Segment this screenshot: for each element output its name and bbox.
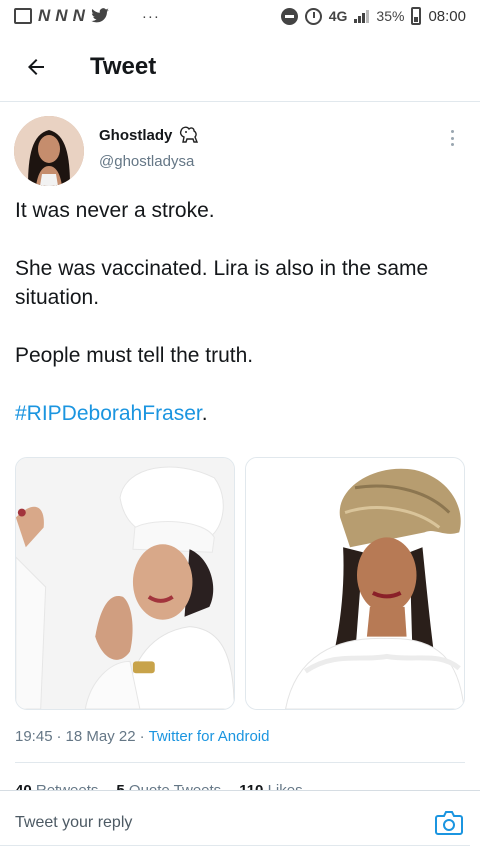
more-notifications-indicator: ··· — [141, 7, 160, 25]
display-name[interactable]: Ghostlady — [99, 127, 172, 144]
meta-separator: · — [56, 728, 62, 745]
tweet-time: 19:45 — [15, 728, 53, 745]
tweet-author: Ghostlady @ghostladysa — [14, 116, 466, 188]
system-icons: 4G 35% 08:00 — [280, 7, 466, 25]
divider — [15, 762, 465, 763]
twitter-notification-icon — [91, 8, 109, 23]
reply-input[interactable]: Tweet your reply — [15, 814, 433, 832]
arrow-left-icon — [28, 58, 44, 75]
tweet-meta: 19:45 · 18 May 22 · Twitter for Android — [15, 728, 269, 745]
tweet-paragraph: People must tell the truth. — [15, 344, 254, 367]
reply-bar: Tweet your reply — [0, 790, 480, 854]
author-info: Ghostlady @ghostladysa — [99, 126, 200, 170]
network-type: 4G — [328, 8, 348, 24]
lion-emoji-icon — [180, 126, 199, 143]
reply-underline — [0, 845, 470, 846]
back-button[interactable] — [14, 45, 58, 89]
alarm-icon — [304, 7, 322, 25]
media-grid — [15, 457, 465, 710]
hashtag-paragraph: #RIPDeborahFraser. — [15, 399, 465, 428]
user-handle[interactable]: @ghostladysa — [99, 153, 200, 170]
camera-icon — [435, 810, 463, 835]
media-photo-2[interactable] — [245, 457, 465, 710]
avatar[interactable] — [14, 116, 84, 186]
n-notification-icon: N — [38, 6, 50, 25]
tweet-paragraph: She was vaccinated. Lira is also in the … — [15, 257, 429, 309]
battery-icon — [411, 7, 422, 25]
media-photo-1[interactable] — [15, 457, 235, 710]
camera-button[interactable] — [433, 807, 465, 839]
do-not-disturb-icon — [280, 7, 298, 25]
n-notification-icon: N — [72, 6, 85, 25]
more-options-button[interactable] — [442, 128, 462, 148]
tweet-paragraph: It was never a stroke. — [15, 199, 215, 222]
meta-separator: · — [139, 728, 145, 745]
hashtag-link[interactable]: #RIPDeborahFraser — [15, 402, 202, 425]
n-notification-icon: N — [55, 6, 67, 25]
notification-icons: N N N ··· — [14, 6, 160, 26]
page-title: Tweet — [90, 52, 157, 80]
signal-icon — [354, 9, 370, 23]
tweet-text: It was never a stroke. She was vaccinate… — [15, 196, 465, 428]
battery-percentage: 35% — [376, 8, 405, 24]
tweet-source-link[interactable]: Twitter for Android — [149, 728, 270, 745]
app-header: Tweet — [0, 32, 480, 102]
gallery-notification-icon — [14, 8, 32, 24]
display-name-row: Ghostlady — [99, 126, 200, 144]
clock: 08:00 — [428, 7, 466, 25]
status-bar: N N N ··· 4G 35% 08:00 — [0, 0, 480, 32]
tweet-date: 18 May 22 — [65, 728, 136, 745]
hashtag-trailing: . — [201, 402, 208, 425]
